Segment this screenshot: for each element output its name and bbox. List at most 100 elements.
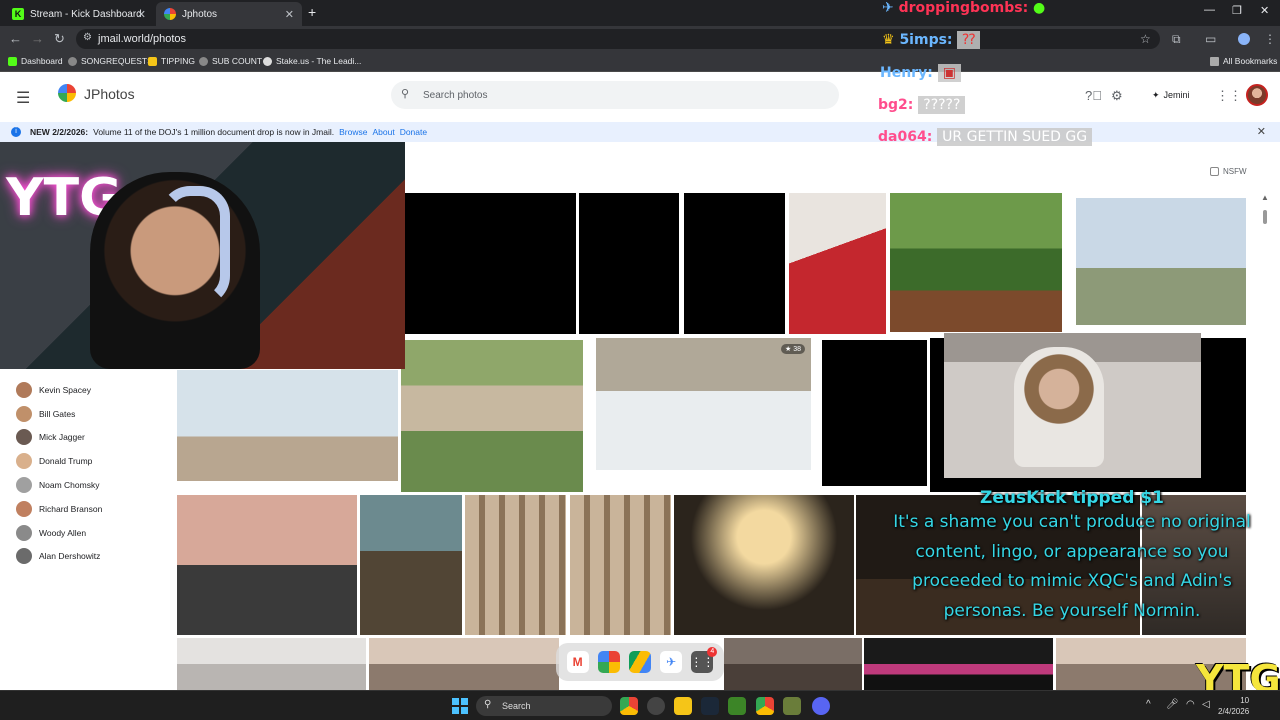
tab-jphotos[interactable]: Jphotos ✕ (156, 2, 302, 26)
person-item[interactable]: Kevin Spacey (16, 378, 166, 402)
tray-chevron-icon[interactable]: ^ (1146, 699, 1151, 710)
forward-icon[interactable]: → (31, 31, 44, 46)
app-dock: M ✈ ⋮⋮ 4 (556, 643, 724, 681)
bookmark-star-icon[interactable]: ☆ (1140, 32, 1151, 46)
close-tab-icon[interactable]: ✕ (285, 8, 294, 21)
all-bookmarks[interactable]: All Bookmarks (1210, 56, 1277, 66)
people-list: Kevin Spacey Bill Gates Mick Jagger Dona… (16, 378, 166, 568)
volume-icon[interactable]: ◁ (1202, 699, 1210, 710)
photo-tile[interactable] (369, 638, 559, 690)
discord-icon[interactable] (812, 697, 830, 715)
back-icon[interactable]: ← (9, 31, 22, 46)
bookmark-sub-count[interactable]: SUB COUNT (199, 56, 262, 66)
system-clock[interactable]: 10 2/4/2026 (1218, 695, 1249, 717)
account-avatar[interactable] (1246, 84, 1268, 106)
photo-tile[interactable] (465, 495, 566, 635)
photo-tile[interactable] (405, 193, 576, 334)
menu-kebab-icon[interactable]: ⋮ (1264, 32, 1276, 46)
photo-tile[interactable] (177, 638, 366, 690)
help-icon[interactable]: ?⃝ (1085, 88, 1102, 103)
photo-tile[interactable] (890, 193, 1062, 332)
github-icon[interactable] (647, 697, 665, 715)
scroll-up-icon[interactable]: ▲ (1261, 193, 1269, 202)
person-figure (1014, 347, 1104, 467)
person-item[interactable]: Bill Gates (16, 402, 166, 426)
kick-icon: K (12, 8, 24, 20)
person-item[interactable]: Noam Chomsky (16, 473, 166, 497)
video-overlay (944, 333, 1201, 478)
maximize-icon[interactable]: ❐ (1232, 4, 1242, 17)
person-item[interactable]: Donald Trump (16, 449, 166, 473)
flights-icon[interactable]: ✈ (660, 651, 683, 673)
photo-tile[interactable] (360, 495, 462, 635)
close-banner-icon[interactable]: ✕ (1257, 125, 1266, 138)
photo-tile[interactable] (401, 340, 583, 492)
chrome-icon[interactable] (756, 697, 774, 715)
taskbar-search[interactable]: ⚲ Search (476, 696, 612, 716)
photo-tile[interactable] (822, 340, 927, 486)
app-name[interactable]: JPhotos (84, 86, 135, 102)
photo-tile[interactable] (570, 495, 671, 635)
bookmark-songrequests[interactable]: SONGREQUESTS (68, 56, 153, 66)
person-avatar (16, 405, 32, 422)
app-icon[interactable] (783, 697, 801, 715)
wifi-icon[interactable]: ◠ (1186, 699, 1195, 710)
about-link[interactable]: About (372, 127, 394, 137)
photo-tile[interactable] (177, 495, 357, 635)
hamburger-menu-icon[interactable]: ☰ (16, 88, 30, 108)
photo-tile[interactable] (789, 193, 886, 334)
bookmark-dashboard[interactable]: Dashboard (8, 56, 63, 66)
scrollbar-thumb[interactable] (1263, 210, 1267, 224)
photo-tile[interactable] (674, 495, 854, 635)
extensions-icon[interactable]: ⧉ (1172, 32, 1181, 47)
person-item[interactable]: Richard Branson (16, 497, 166, 521)
nsfw-toggle[interactable]: NSFW (1210, 167, 1247, 176)
photo-tile[interactable] (684, 193, 785, 334)
windows-start-icon[interactable] (452, 698, 468, 714)
steam-icon[interactable] (701, 697, 719, 715)
photo-tile[interactable] (724, 638, 862, 690)
tab-kick-dashboard[interactable]: K Stream - Kick Dashboard ✕ (4, 2, 154, 26)
folder-icon (1210, 56, 1219, 66)
photos-icon[interactable] (597, 651, 620, 673)
minecraft-icon[interactable] (728, 697, 746, 715)
microphone-icon[interactable]: 🎤︎ (1166, 699, 1179, 710)
badge-icon: ✈ (882, 0, 894, 16)
checkbox-icon[interactable] (1210, 167, 1219, 176)
apps-grid-icon[interactable]: ⋮⋮ (1216, 88, 1242, 104)
person-item[interactable]: Mick Jagger (16, 426, 166, 450)
bookmark-stake[interactable]: Stake.us - The Leadi... (263, 56, 361, 66)
minimize-icon[interactable]: — (1204, 4, 1215, 16)
donate-link[interactable]: Donate (400, 127, 427, 137)
address-bar-row: ← → ↻ ⚙ jmail.world/photos ☆ ⧉ ▭ ⋮ (0, 26, 1280, 52)
photo-tile[interactable] (864, 638, 1053, 690)
sparkle-icon: ✦ (1152, 89, 1160, 100)
site-info-icon[interactable]: ⚙ (83, 32, 92, 43)
bookmark-tipping[interactable]: TIPPING (148, 56, 195, 66)
photo-tile[interactable]: ★ 38 (596, 338, 811, 470)
photo-tile[interactable] (177, 370, 398, 481)
file-explorer-icon[interactable] (674, 697, 692, 715)
sidepanel-icon[interactable]: ▭ (1205, 32, 1216, 46)
chat-line: Henry: ▣ (880, 64, 961, 82)
url-field[interactable]: ⚙ jmail.world/photos (76, 29, 1160, 49)
browse-link[interactable]: Browse (339, 127, 367, 137)
photo-tile[interactable] (579, 193, 679, 334)
search-input[interactable]: ⚲ Search photos (391, 81, 839, 109)
profile-icon[interactable] (1238, 33, 1250, 45)
settings-gear-icon[interactable]: ⚙ (1111, 88, 1123, 104)
drive-icon[interactable] (628, 651, 651, 673)
chrome-icon[interactable] (620, 697, 638, 715)
close-tab-icon[interactable]: ✕ (137, 8, 146, 21)
jemini-button[interactable]: ✦ Jemini (1144, 85, 1198, 105)
apps-icon[interactable]: ⋮⋮ 4 (690, 647, 718, 673)
photo-tile[interactable] (1076, 198, 1246, 325)
person-item[interactable]: Alan Dershowitz (16, 545, 166, 569)
browser-tab-bar: K Stream - Kick Dashboard ✕ Jphotos ✕ + … (0, 0, 1280, 26)
emote-icon: ▣ (937, 64, 961, 82)
person-item[interactable]: Woody Allen (16, 521, 166, 545)
new-tab-icon[interactable]: + (308, 4, 316, 20)
close-window-icon[interactable]: ✕ (1260, 4, 1269, 17)
reload-icon[interactable]: ↻ (54, 31, 65, 47)
gmail-icon[interactable]: M (566, 651, 589, 673)
